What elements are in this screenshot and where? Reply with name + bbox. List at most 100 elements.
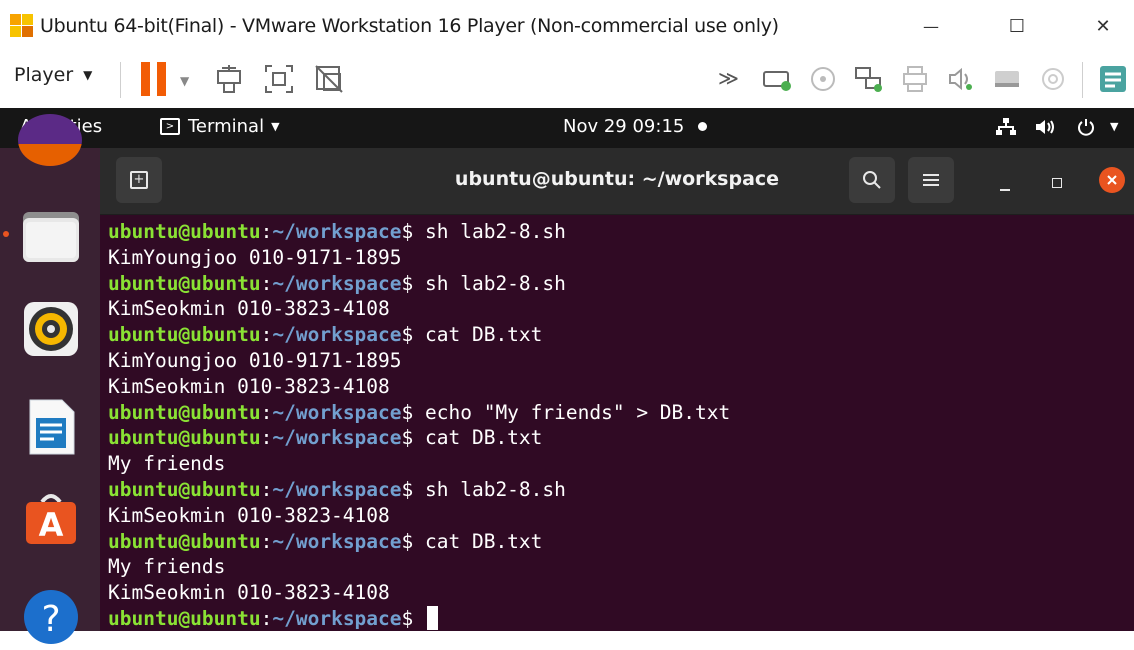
cd-drive-icon[interactable]: [806, 62, 840, 96]
prompt-user: ubuntu@ubuntu: [108, 529, 261, 553]
command-text: cat DB.txt: [413, 323, 543, 347]
prompt-user: ubuntu@ubuntu: [108, 220, 261, 243]
terminal-output-line: KimSeokmin 010-3823-4108: [108, 374, 1128, 400]
send-ctrl-alt-del-icon[interactable]: [212, 62, 246, 96]
output-text: KimYoungjoo 010-9171-1895: [108, 348, 402, 372]
help-icon[interactable]: ?: [22, 588, 80, 648]
new-tab-icon: +: [130, 171, 148, 189]
terminal-command-line: ubuntu@ubuntu:~/workspace$ sh lab2-8.sh: [108, 271, 1128, 297]
message-log-icon[interactable]: [1096, 62, 1130, 96]
command-text: [413, 607, 425, 630]
terminal-close-button[interactable]: [1099, 167, 1125, 193]
output-text: KimSeokmin 010-3823-4108: [108, 297, 390, 321]
command-text: sh lab2-8.sh: [413, 220, 566, 243]
terminal-output[interactable]: ubuntu@ubuntu:~/workspace$ sh lab2-8.sh K…: [108, 219, 1128, 632]
hamburger-menu-button[interactable]: [908, 157, 954, 203]
maximize-icon: ☐: [1008, 15, 1026, 37]
network-icon[interactable]: [996, 118, 1016, 141]
terminal-output-line: My friends: [108, 451, 1128, 477]
prompt-separator: :: [260, 323, 273, 347]
search-icon: [863, 171, 881, 189]
minimize-button[interactable]: —: [896, 0, 966, 52]
clock-label: Nov 29 09:15: [563, 116, 685, 137]
close-button[interactable]: ✕: [1068, 0, 1134, 52]
command-text: cat DB.txt: [413, 426, 543, 450]
volume-icon[interactable]: [1034, 118, 1056, 141]
terminal-command-line: ubuntu@ubuntu:~/workspace$ cat DB.txt: [108, 529, 1128, 555]
files-icon[interactable]: [22, 206, 80, 264]
terminal-window: + ubuntu@ubuntu: ~/workspace ubuntu@ubun…: [100, 148, 1134, 631]
prompt-symbol: $: [401, 220, 414, 243]
terminal-command-line: ubuntu@ubuntu:~/workspace$ cat DB.txt: [108, 322, 1128, 348]
terminal-title: ubuntu@ubuntu: ~/workspace: [454, 168, 780, 190]
prompt-symbol: $: [401, 529, 414, 553]
prompt-symbol: $: [401, 606, 414, 630]
libreoffice-writer-icon[interactable]: [22, 398, 80, 456]
prompt-user: ubuntu@ubuntu: [108, 426, 261, 450]
printer-icon[interactable]: [898, 62, 932, 96]
chevron-down-icon: ▼: [83, 68, 93, 82]
prompt-user: ubuntu@ubuntu: [108, 477, 261, 501]
firefox-icon[interactable]: [18, 114, 82, 166]
unity-mode-icon[interactable]: [312, 62, 346, 96]
player-menu-button[interactable]: Player ▼: [14, 64, 92, 86]
toolbar-divider: [120, 62, 121, 98]
network-adapter-icon[interactable]: [852, 62, 886, 96]
maximize-button[interactable]: ☐: [982, 0, 1052, 52]
prompt-separator: :: [260, 220, 273, 243]
prompt-path: ~/workspace: [272, 529, 402, 553]
vmware-title-bar: Ubuntu 64-bit(Final) - VMware Workstatio…: [0, 0, 1134, 52]
fast-forward-icon[interactable]: ≫: [718, 66, 739, 90]
prompt-symbol: $: [401, 426, 414, 450]
prompt-separator: :: [260, 529, 273, 553]
terminal-output-line: KimYoungjoo 010-9171-1895: [108, 348, 1128, 374]
search-button[interactable]: [849, 157, 895, 203]
prompt-symbol: $: [401, 477, 414, 501]
prompt-path: ~/workspace: [272, 606, 402, 630]
pause-vm-icon[interactable]: [141, 62, 167, 96]
rhythmbox-icon[interactable]: [22, 300, 80, 358]
minimize-icon: —: [923, 16, 939, 36]
terminal-output-line: KimSeokmin 010-3823-4108: [108, 296, 1128, 322]
text-cursor: [427, 605, 439, 630]
terminal-command-line: ubuntu@ubuntu:~/workspace$: [108, 605, 1128, 632]
output-text: KimSeokmin 010-3823-4108: [108, 581, 390, 605]
command-text: echo "My friends" > DB.txt: [413, 400, 731, 424]
sound-card-icon[interactable]: [944, 62, 978, 96]
prompt-user: ubuntu@ubuntu: [108, 323, 261, 347]
app-menu-terminal[interactable]: > Terminal ▼: [160, 116, 280, 137]
ubuntu-software-icon[interactable]: A: [22, 488, 80, 546]
terminal-command-line: ubuntu@ubuntu:~/workspace$ cat DB.txt: [108, 425, 1128, 451]
new-tab-button[interactable]: +: [116, 157, 162, 203]
prompt-path: ~/workspace: [272, 400, 402, 424]
restore-icon: [1052, 178, 1062, 188]
usb-device-icon[interactable]: [1036, 62, 1070, 96]
terminal-restore-button[interactable]: [1042, 168, 1072, 198]
terminal-minimize-button[interactable]: [990, 168, 1020, 198]
output-text: My friends: [108, 452, 226, 476]
close-icon: ✕: [1095, 15, 1111, 37]
terminal-command-line: ubuntu@ubuntu:~/workspace$ sh lab2-8.sh: [108, 219, 1128, 245]
hard-disk-icon[interactable]: [990, 62, 1024, 96]
output-text: KimYoungjoo 010-9171-1895: [108, 245, 402, 269]
prompt-path: ~/workspace: [272, 271, 402, 295]
vmware-logo-icon: [10, 14, 34, 38]
output-text: My friends: [108, 555, 226, 579]
terminal-output-line: KimSeokmin 010-3823-4108: [108, 503, 1128, 529]
terminal-header-bar: + ubuntu@ubuntu: ~/workspace: [100, 148, 1134, 215]
prompt-symbol: $: [401, 323, 414, 347]
prompt-user: ubuntu@ubuntu: [108, 400, 261, 424]
hamburger-menu-icon: [923, 174, 939, 186]
vmware-toolbar: Player ▼ ▼ ≫: [0, 52, 1134, 109]
prompt-user: ubuntu@ubuntu: [108, 606, 261, 630]
terminal-output-line: My friends: [108, 554, 1128, 580]
prompt-separator: :: [260, 477, 273, 501]
notification-dot-icon: [698, 122, 708, 131]
power-options-chevron-icon[interactable]: ▼: [180, 74, 189, 88]
fit-guest-icon[interactable]: [262, 62, 296, 96]
clock-button[interactable]: Nov 29 09:15: [563, 116, 708, 137]
power-icon[interactable]: [1076, 117, 1096, 142]
terminal-command-line: ubuntu@ubuntu:~/workspace$ echo "My frie…: [108, 400, 1128, 426]
removable-devices-icon[interactable]: [760, 62, 794, 96]
system-menu-chevron-icon[interactable]: ▼: [1110, 120, 1118, 133]
